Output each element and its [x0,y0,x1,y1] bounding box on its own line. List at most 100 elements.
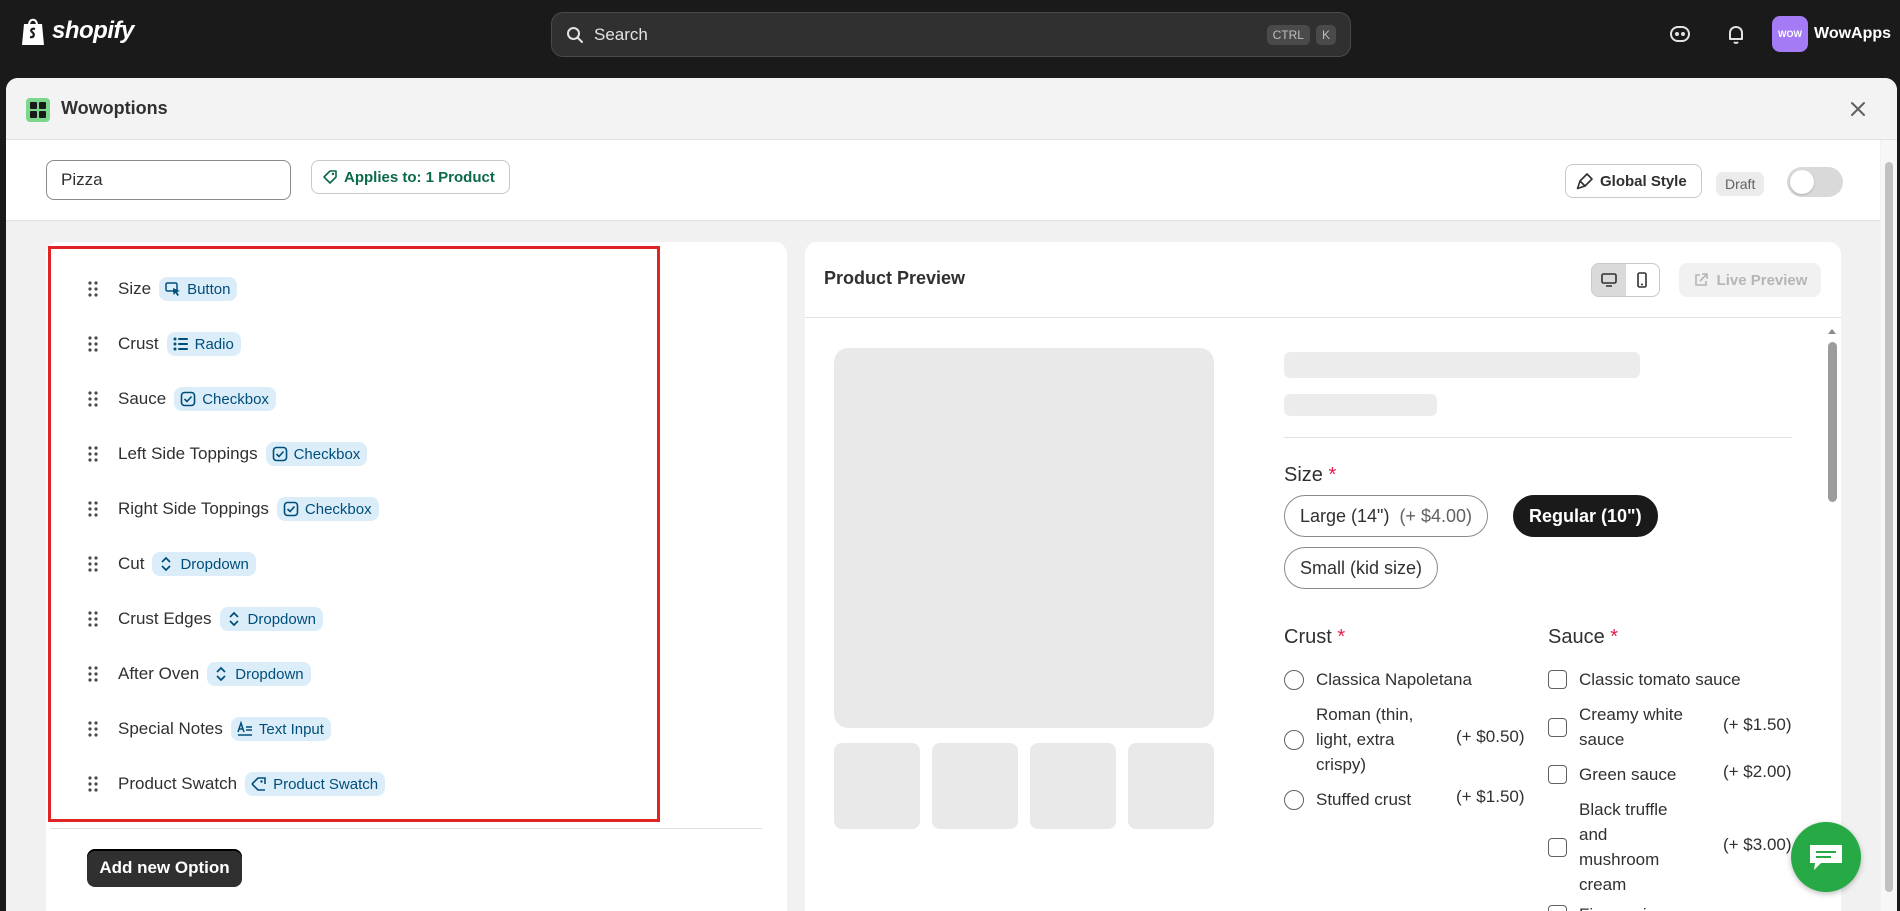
thumbnail-placeholder [834,743,920,829]
add-new-option-button[interactable]: Add new Option [87,849,242,887]
option-row-special-notes[interactable]: Special Notes Text Input [88,714,331,744]
checkbox[interactable] [1548,765,1567,784]
option-label: Sauce [118,389,167,408]
avatar: WOW [1772,16,1808,52]
option-row-right-side-toppings[interactable]: Right Side Toppings Checkbox [88,494,379,524]
option-type-label: Checkbox [304,500,372,518]
select-chevrons-icon [216,666,226,682]
size-choice-small[interactable]: Small (kid size) [1284,547,1439,589]
drag-handle-icon[interactable] [88,776,98,792]
choice-label: Regular (10") [1529,505,1642,526]
global-style-button[interactable]: Global Style [1565,164,1702,198]
sauce-section-title: Sauce * [1548,626,1618,649]
sauce-choice[interactable]: Classic tomato sauce [1548,667,1741,692]
option-label: Special Notes [118,719,223,738]
crust-title-text: Crust [1284,626,1332,648]
size-choice-regular[interactable]: Regular (10") [1513,495,1658,537]
close-icon[interactable] [1847,98,1869,120]
option-label: Cut [118,554,145,573]
radio-button[interactable] [1284,669,1304,690]
bell-icon[interactable] [1724,22,1748,46]
choice-price: (+ $1.50) [1456,787,1525,806]
modal-scrollbar[interactable] [1881,140,1897,911]
modal-scrollbar-thumb[interactable] [1885,162,1893,892]
option-row-crust[interactable]: Crust Radio [88,329,241,359]
option-type-badge: Dropdown [219,607,323,631]
choice-label: Green sauce [1579,765,1677,784]
sauce-choice[interactable]: Black truffle and mushroom cream [1548,797,1678,897]
option-row-cut[interactable]: Cut Dropdown [88,549,256,579]
preview-scrollbar-thumb[interactable] [1828,342,1837,502]
crust-choice[interactable]: Roman (thin, light, extra crispy) [1284,702,1424,777]
checkbox[interactable] [1548,670,1567,689]
option-row-product-swatch[interactable]: Product Swatch Product Swatch [88,769,386,799]
size-title-text: Size [1284,464,1323,486]
applies-to-button[interactable]: Applies to: 1 Product [311,160,510,194]
option-label: Size [118,279,152,298]
drag-handle-icon[interactable] [88,336,98,352]
sidekick-icon[interactable] [1668,22,1692,46]
option-label: Right Side Toppings [118,499,269,518]
sauce-choice[interactable]: Creamy white sauce [1548,702,1688,752]
divider [50,828,762,829]
checkbox[interactable] [1548,837,1567,857]
shopping-bag-icon [22,18,44,45]
choice-label: Roman (thin, light, extra crispy) [1316,705,1414,774]
product-image-placeholder [834,348,1214,728]
global-style-label: Global Style [1600,172,1687,190]
choice-label: Large (14") [1300,505,1390,526]
applies-to-label: Applies to: 1 Product [344,168,495,186]
option-row-size[interactable]: Size Button [88,274,238,304]
shopify-logo[interactable]: shopify [20,16,134,46]
search-input[interactable] [594,24,1261,45]
size-choice-large[interactable]: Large (14") (+ $4.00) [1284,495,1488,537]
drag-handle-icon[interactable] [88,556,98,572]
option-row-sauce[interactable]: Sauce Checkbox [88,384,276,414]
option-type-label: Dropdown [235,665,304,683]
choice-price: (+ $1.50) [1723,715,1792,734]
option-row-after-oven[interactable]: After Oven Dropdown [88,659,311,689]
checkbox-icon [180,391,196,407]
scroll-up-icon[interactable] [1826,326,1838,336]
checkbox-icon [283,501,299,517]
drag-handle-icon[interactable] [88,281,98,297]
required-mark: * [1328,464,1337,486]
modal-header: Wowoptions [6,78,1897,140]
drag-handle-icon[interactable] [88,501,98,517]
choice-price: (+ $3.00) [1723,835,1792,854]
option-set-toolbar: Applies to: 1 Product Global Style Draft [6,140,1880,221]
external-link-icon [1694,273,1708,286]
radio-button[interactable] [1284,729,1304,750]
option-type-badge: Checkbox [174,387,276,411]
checkbox[interactable] [1548,905,1567,911]
publish-toggle[interactable] [1787,167,1843,197]
chat-icon [1810,845,1842,870]
store-account-menu[interactable]: WOW WowApps [1772,16,1891,52]
sauce-choice[interactable]: Green sauce [1548,762,1676,787]
drag-handle-icon[interactable] [88,391,98,407]
mobile-view-button[interactable] [1626,264,1660,296]
choice-label: Creamy white sauce [1579,705,1683,749]
crust-section-title: Crust * [1284,626,1345,649]
crust-choice[interactable]: Classica Napoletana [1284,667,1472,692]
drag-handle-icon[interactable] [88,721,98,737]
desktop-view-button[interactable] [1592,264,1626,296]
toggle-knob [1790,170,1814,194]
drag-handle-icon[interactable] [88,611,98,627]
option-row-crust-edges[interactable]: Crust Edges Dropdown [88,604,323,634]
radio-button[interactable] [1284,789,1304,810]
global-search[interactable]: CTRL K [551,12,1351,57]
live-preview-button[interactable]: Live Preview [1679,263,1821,297]
sauce-choice[interactable]: Fiery, spicy [1548,902,1664,911]
list-icon [173,337,188,351]
checkbox[interactable] [1548,717,1567,737]
drag-handle-icon[interactable] [88,446,98,462]
option-type-badge: Checkbox [265,442,368,466]
drag-handle-icon[interactable] [88,666,98,682]
store-name: WowApps [1814,25,1892,42]
chat-support-button[interactable] [1791,822,1861,892]
option-set-name-input[interactable] [46,160,291,200]
option-type-label: Checkbox [202,390,269,408]
option-row-left-side-toppings[interactable]: Left Side Toppings Checkbox [88,439,368,469]
crust-choice[interactable]: Stuffed crust [1284,787,1411,812]
